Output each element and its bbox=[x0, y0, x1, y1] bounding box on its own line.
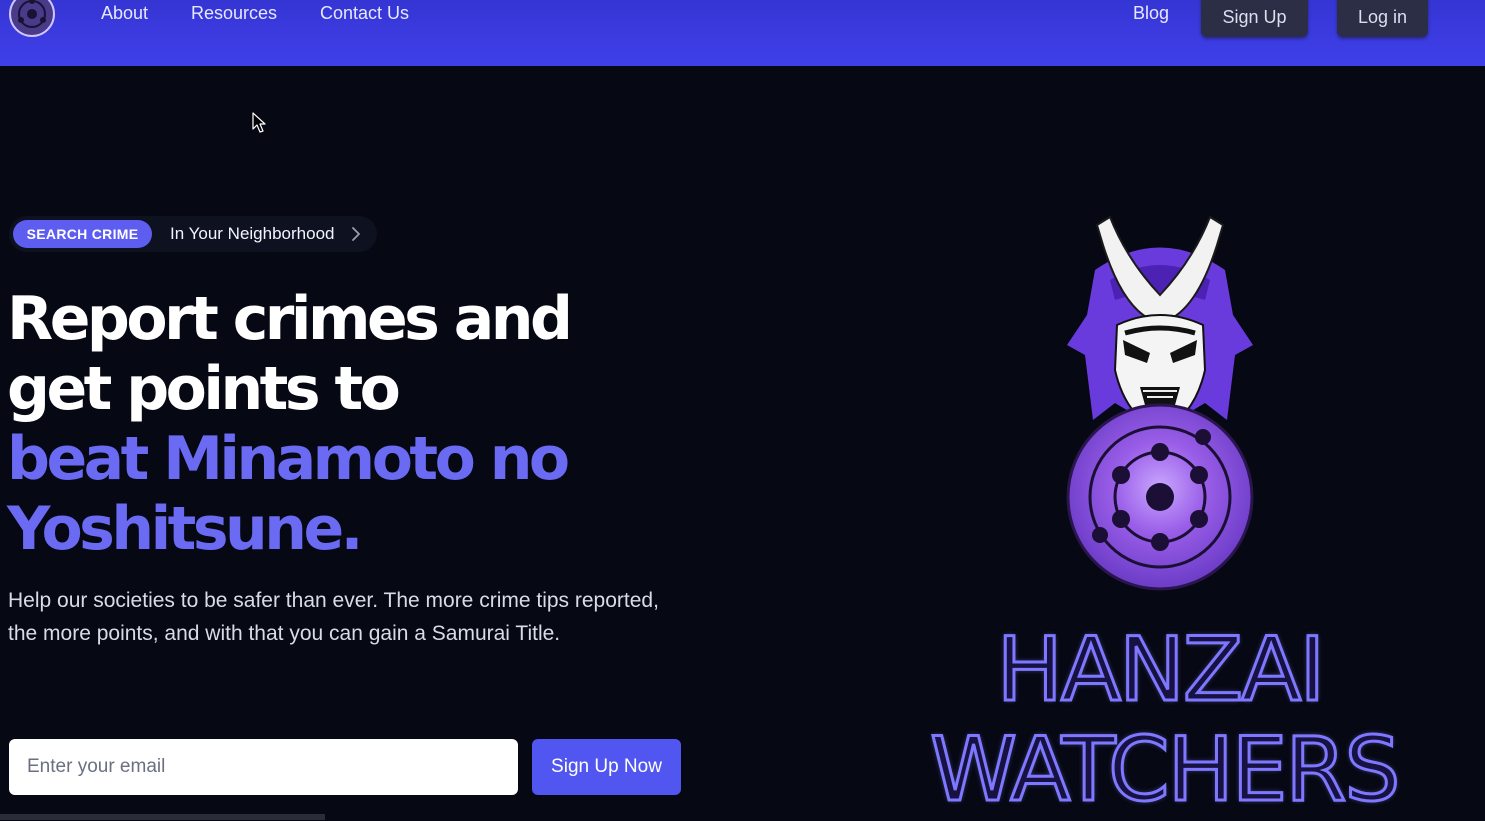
headline-accent-line: beat Minamoto no bbox=[7, 424, 570, 494]
hero-description: Help our societies to be safer than ever… bbox=[8, 589, 659, 645]
brand-wordmark: HANZAI WATCHERS bbox=[929, 618, 1402, 821]
brand-line: HANZAI bbox=[995, 618, 1327, 721]
search-crime-badge: SEARCH CRIME bbox=[13, 220, 152, 248]
headline-line: get points to bbox=[7, 354, 401, 424]
sharingan-logo-icon[interactable] bbox=[8, 0, 56, 38]
nav-link-resources[interactable]: Resources bbox=[191, 3, 277, 24]
chevron-right-icon bbox=[352, 227, 360, 241]
headline-line: Report crimes and bbox=[7, 284, 573, 354]
nav-login-button[interactable]: Log in bbox=[1337, 0, 1428, 37]
pill-label: In Your Neighborhood bbox=[170, 224, 335, 243]
brand-line: WATCHERS bbox=[929, 718, 1402, 821]
nav-link-contact-us[interactable]: Contact Us bbox=[320, 3, 409, 24]
email-input[interactable] bbox=[9, 739, 518, 795]
hero-headline: Report crimes and get points to beat Min… bbox=[7, 284, 727, 564]
nav-link-about[interactable]: About bbox=[101, 3, 148, 24]
sign-up-now-button[interactable]: Sign Up Now bbox=[532, 739, 681, 795]
samurai-mask-icon bbox=[1066, 215, 1254, 591]
search-crime-pill[interactable]: SEARCH CRIME In Your Neighborhood bbox=[9, 216, 377, 252]
headline-accent-line: Yoshitsune. bbox=[7, 494, 363, 564]
bottom-scroll-strip bbox=[0, 814, 325, 820]
top-navbar: About Resources Contact Us Blog Sign Up … bbox=[0, 0, 1485, 66]
mouse-cursor-icon bbox=[252, 112, 266, 133]
nav-link-blog[interactable]: Blog bbox=[1133, 3, 1169, 24]
nav-signup-button[interactable]: Sign Up bbox=[1201, 0, 1308, 37]
